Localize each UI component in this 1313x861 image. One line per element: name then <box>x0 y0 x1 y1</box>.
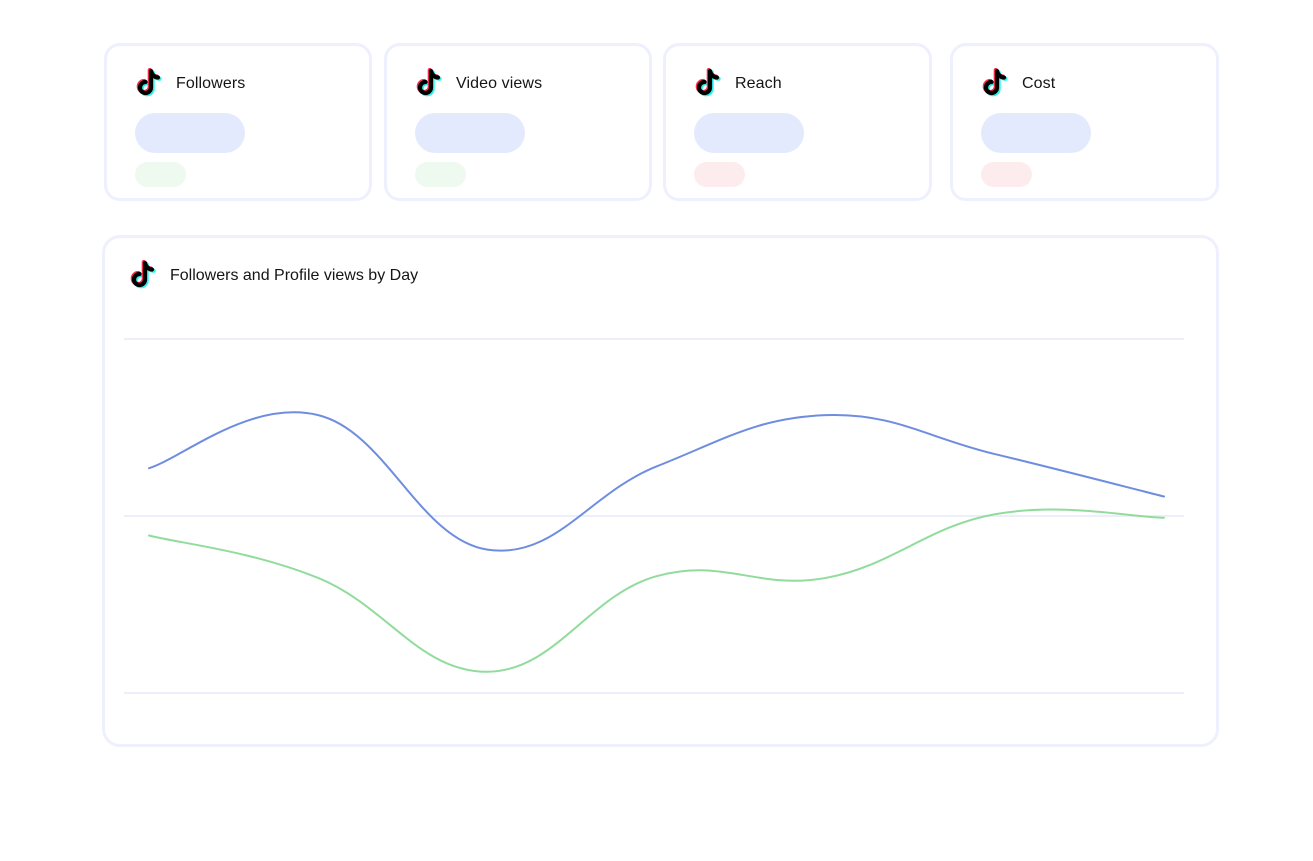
kpi-card-title: Video views <box>456 75 543 92</box>
kpi-card-header: Video views <box>416 68 542 100</box>
line-chart <box>124 338 1184 694</box>
kpi-value-placeholder <box>694 113 804 153</box>
kpi-card-header: Reach <box>695 68 782 100</box>
kpi-card-title: Followers <box>176 75 246 92</box>
kpi-card-header: Followers <box>136 68 245 100</box>
kpi-trend-badge <box>981 162 1032 187</box>
tiktok-icon <box>136 68 162 97</box>
kpi-card-cost[interactable]: Cost <box>950 43 1219 201</box>
kpi-card-followers[interactable]: Followers <box>104 43 372 201</box>
tiktok-icon <box>416 68 442 97</box>
chart-panel: Followers and Profile views by Day <box>102 235 1219 747</box>
kpi-value-placeholder <box>981 113 1091 153</box>
series-line-blue[interactable] <box>148 411 1165 552</box>
kpi-value-placeholder <box>415 113 525 153</box>
kpi-value-placeholder <box>135 113 245 153</box>
kpi-trend-badge <box>135 162 186 187</box>
kpi-card-video-views[interactable]: Video views <box>384 43 652 201</box>
series-line-green[interactable] <box>148 508 1165 673</box>
tiktok-icon <box>695 68 721 97</box>
kpi-card-header: Cost <box>982 68 1055 100</box>
kpi-trend-badge <box>694 162 745 187</box>
kpi-card-title: Reach <box>735 75 782 92</box>
kpi-card-title: Cost <box>1022 75 1056 92</box>
kpi-trend-badge <box>415 162 466 187</box>
kpi-card-reach[interactable]: Reach <box>663 43 932 201</box>
tiktok-icon <box>982 68 1008 97</box>
